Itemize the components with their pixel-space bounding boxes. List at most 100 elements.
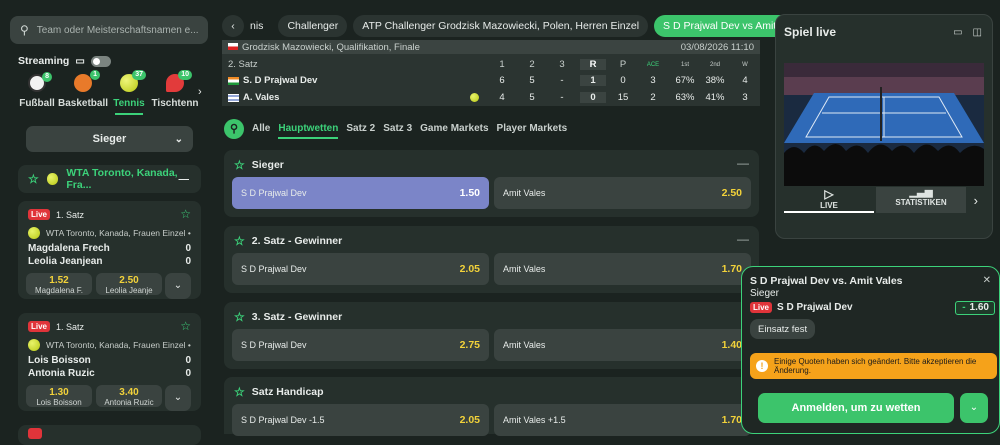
back-button[interactable]: ‹ — [222, 15, 244, 37]
login-to-bet-button[interactable]: Anmelden, um zu wetten — [758, 393, 954, 423]
match-card[interactable]: Live 1. Satz ☆ WTA Toronto, Kanada, Fraue… — [18, 201, 201, 299]
market-type-select[interactable]: Sieger ⌄ — [26, 126, 193, 152]
market-tabs: ⚲ Alle Hauptwetten Satz 2 Satz 3 Game Ma… — [224, 118, 567, 139]
player-score: 0 — [185, 355, 191, 366]
ace-icon: ACE — [646, 61, 660, 68]
collapse-icon[interactable]: — — [179, 173, 190, 185]
sport-selector: 8 Fußball 1 Basketball 37 Tennis 10 Tisc… — [14, 70, 202, 115]
chevron-down-icon: ⌄ — [969, 402, 979, 413]
star-icon[interactable]: ☆ — [234, 310, 245, 324]
search-icon[interactable]: ⚲ — [224, 118, 244, 139]
selection-odds: 2.75 — [459, 339, 480, 351]
star-icon[interactable]: ☆ — [28, 172, 39, 186]
player-score: 0 — [185, 256, 191, 267]
selection-odds: 2.05 — [459, 414, 480, 426]
odds-changed-warning: ! Einige Quoten haben sich geändert. Bitt… — [750, 353, 997, 379]
scoreboard: Grodzisk Mazowiecki, Qualifikation, Fina… — [222, 40, 760, 106]
sport-football[interactable]: 8 Fußball — [14, 72, 60, 115]
star-icon[interactable]: ☆ — [234, 385, 245, 399]
tab-player-markets[interactable]: Player Markets — [497, 123, 568, 134]
streaming-filter: Streaming ▭ — [18, 55, 111, 67]
market-title: Satz Handicap — [251, 386, 324, 398]
breadcrumb-challenger[interactable]: Challenger — [278, 15, 348, 37]
tennis-ball-icon — [28, 227, 40, 239]
odds-selection[interactable]: Amit Vales 2.50 — [494, 177, 751, 209]
tab-game-markets[interactable]: Game Markets — [420, 123, 488, 134]
tab-statistics[interactable]: ▁▃▅ STATISTIKEN — [876, 187, 966, 213]
odds-selection[interactable]: Amit Vales 1.40 — [494, 329, 751, 361]
israel-flag-icon — [228, 93, 239, 102]
scoreboard-header: 2. Satz 1 2 3 R P ACE 1st 2nd W — [222, 56, 760, 73]
close-icon[interactable]: ✕ — [983, 275, 991, 286]
more-markets-button[interactable]: ⌄ — [165, 385, 191, 411]
sport-tennis[interactable]: 37 Tennis — [106, 70, 152, 115]
collapse-icon[interactable]: — — [737, 232, 749, 246]
live-panel-title: Spiel live — [784, 25, 837, 39]
bar-chart-icon: ▁▃▅ — [909, 187, 933, 198]
col-header: 3 — [559, 59, 565, 70]
odds-button[interactable]: 1.52 Magdalena F. — [26, 273, 92, 295]
odds-button[interactable]: 2.50 Leolia Jeanje — [96, 273, 162, 295]
score-cell: 38% — [705, 75, 725, 86]
chevron-right-icon[interactable]: › — [198, 86, 202, 115]
odds-selection[interactable]: S D Prajwal Dev 2.05 — [232, 253, 489, 285]
expand-betslip-button[interactable]: ⌄ — [960, 393, 988, 423]
tab-alle[interactable]: Alle — [252, 123, 270, 134]
star-icon[interactable]: ☆ — [180, 319, 191, 333]
india-flag-icon — [228, 76, 239, 85]
player-name: A. Vales — [243, 92, 280, 103]
betslip-match: S D Prajwal Dev vs. Amit Vales — [750, 275, 903, 287]
match-card[interactable]: Live — [18, 425, 201, 445]
score-cell: 1 — [580, 75, 606, 86]
layout-icon[interactable]: ◫ — [973, 27, 982, 38]
match-period: 1. Satz — [56, 321, 85, 332]
search-input[interactable]: ⚲ Team oder Meisterschaftsnamen e... — [10, 16, 208, 44]
odds-selection[interactable]: Amit Vales +1.5 1.70 — [494, 404, 751, 436]
odds-selection[interactable]: S D Prajwal Dev 1.50 — [232, 177, 489, 209]
player-name: Lois Boisson — [28, 355, 91, 366]
streaming-toggle[interactable] — [90, 55, 111, 67]
live-court-visualization — [784, 63, 984, 186]
star-icon[interactable]: ☆ — [234, 158, 245, 172]
match-league: WTA Toronto, Kanada, Frauen Einzel • — [46, 228, 191, 238]
collapse-icon[interactable]: — — [737, 156, 749, 170]
sport-basketball[interactable]: 1 Basketball — [58, 70, 108, 115]
score-cell: 0 — [620, 75, 626, 86]
league-header[interactable]: ☆ WTA Toronto, Kanada, Fra... — — [18, 165, 201, 193]
breadcrumb-tournament[interactable]: ATP Challenger Grodzisk Mazowiecki, Pole… — [353, 15, 649, 37]
chevron-right-icon[interactable]: › — [974, 193, 978, 208]
monitor-icon[interactable]: ▭ — [953, 27, 962, 38]
serving-icon — [470, 93, 479, 102]
selection-name: Amit Vales +1.5 — [503, 415, 566, 425]
odds-button[interactable]: 3.40 Antonia Ruzic — [96, 385, 162, 407]
tab-satz-2[interactable]: Satz 2 — [346, 123, 375, 134]
odds-selection[interactable]: Amit Vales 1.70 — [494, 253, 751, 285]
tennis-ball-icon: 37 — [120, 70, 146, 92]
more-markets-button[interactable]: ⌄ — [165, 273, 191, 299]
score-cell: 4 — [742, 75, 748, 86]
breadcrumb-tennis[interactable]: nis — [250, 15, 272, 37]
selection-odds: 1.50 — [459, 187, 480, 199]
star-icon[interactable]: ☆ — [234, 234, 245, 248]
sport-label: Fußball — [19, 98, 55, 109]
star-icon[interactable]: ☆ — [180, 207, 191, 221]
event-info: Grodzisk Mazowiecki, Qualifikation, Fina… — [242, 41, 420, 53]
tab-satz-3[interactable]: Satz 3 — [383, 123, 412, 134]
live-panel: Spiel live ▭ ◫ ▷ LIVE ▁▃▅ STATISTIKEN › — [775, 14, 993, 239]
sport-table-tennis[interactable]: 10 Tischtenn — [151, 70, 199, 115]
tab-live[interactable]: ▷ LIVE — [784, 187, 874, 213]
score-cell: 3 — [742, 92, 748, 103]
odds-selection[interactable]: S D Prajwal Dev -1.5 2.05 — [232, 404, 489, 436]
second-serve-icon: 2nd — [709, 61, 720, 68]
breadcrumb: ‹ nis Challenger ATP Challenger Grodzisk… — [222, 14, 842, 38]
tab-hauptwetten[interactable]: Hauptwetten — [278, 123, 339, 139]
selection-name: S D Prajwal Dev — [241, 264, 307, 274]
search-placeholder: Team oder Meisterschaftsnamen e... — [36, 24, 199, 36]
stake-fix-button[interactable]: Einsatz fest — [750, 319, 816, 339]
odds-button[interactable]: 1.30 Lois Boisson — [26, 385, 92, 407]
odds-selection[interactable]: S D Prajwal Dev 2.75 — [232, 329, 489, 361]
score-cell: 2 — [650, 92, 656, 103]
market-block: ☆ 3. Satz - Gewinner S D Prajwal Dev 2.75 … — [224, 302, 759, 369]
match-card[interactable]: Live 1. Satz ☆ WTA Toronto, Kanada, Fraue… — [18, 313, 201, 411]
col-header: P — [619, 59, 627, 70]
